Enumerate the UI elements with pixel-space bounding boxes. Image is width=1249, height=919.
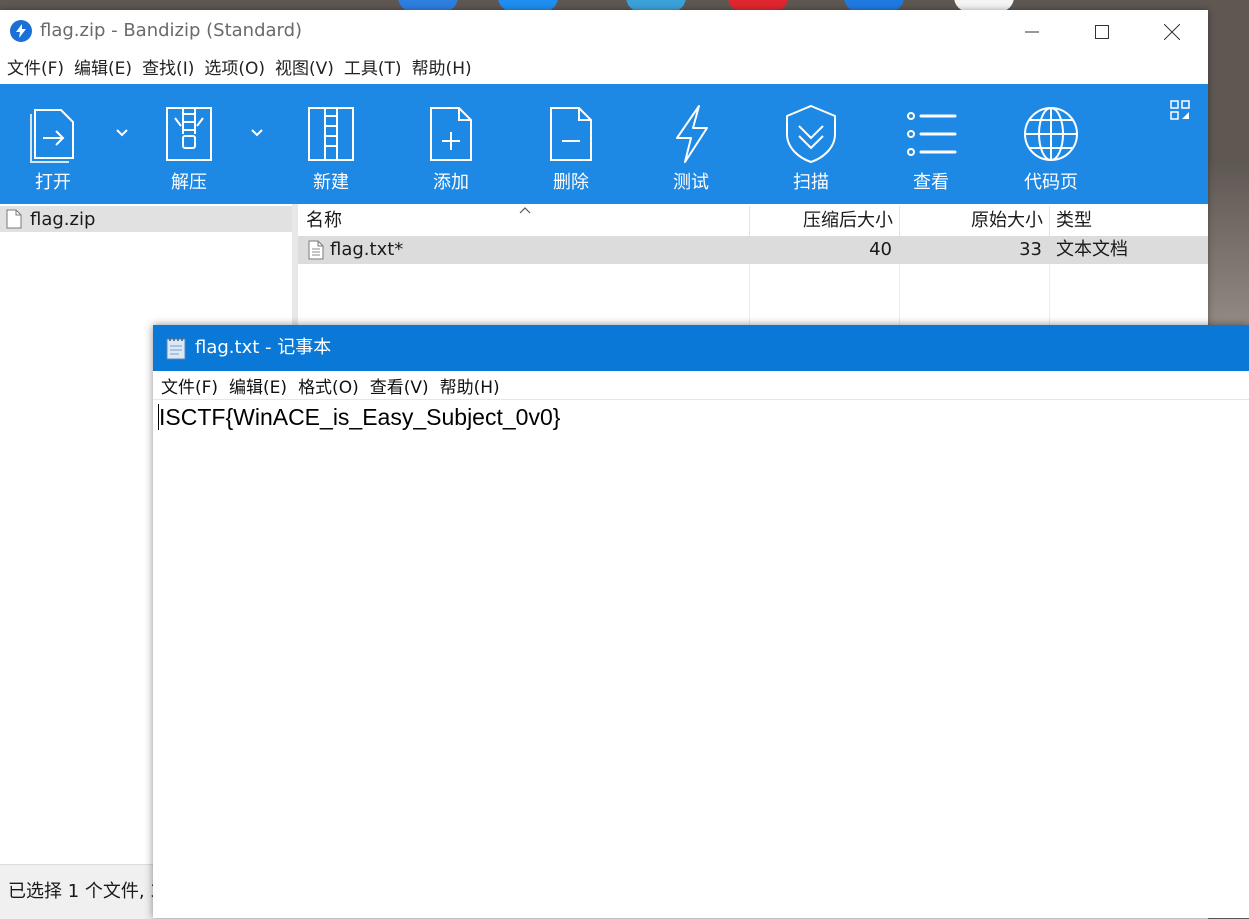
add-label: 添加 (433, 172, 469, 193)
table-row[interactable]: flag.txt* 40 33 文本文档 (298, 236, 1208, 264)
delete-button[interactable]: 删除 (521, 84, 621, 204)
column-header-original-size[interactable]: 原始大小 (900, 206, 1050, 236)
notepad-text-area[interactable]: ISCTF{WinACE_is_Easy_Subject_0v0} (153, 400, 1249, 918)
notepad-window-title: flag.txt - 记事本 (195, 337, 332, 358)
menu-view[interactable]: 视图(V) (275, 54, 334, 84)
lightning-icon (676, 105, 708, 163)
notepad-title-bar[interactable]: flag.txt - 记事本 (153, 325, 1249, 371)
view-button[interactable]: 查看 (881, 84, 981, 204)
menu-bar: 文件(F) 编辑(E) 查找(I) 选项(O) 视图(V) 工具(T) 帮助(H… (0, 54, 1208, 84)
toolbar: 打开 解压 新建 添加 删除 测试 扫描 查看 代码页 (0, 84, 1208, 204)
new-archive-icon (308, 107, 354, 161)
column-header-type[interactable]: 类型 (1050, 206, 1208, 236)
notepad-menu-bar: 文件(F) 编辑(E) 格式(O) 查看(V) 帮助(H) (153, 371, 1249, 400)
notepad-menu-edit[interactable]: 编辑(E) (229, 373, 287, 398)
extract-label: 解压 (171, 172, 207, 193)
tree-item-root[interactable]: flag.zip (0, 206, 292, 232)
notepad-icon (166, 338, 186, 360)
close-icon (1164, 24, 1180, 40)
test-label: 测试 (673, 172, 709, 193)
menu-help[interactable]: 帮助(H) (412, 54, 472, 84)
menu-file[interactable]: 文件(F) (7, 54, 64, 84)
open-button[interactable]: 打开 (3, 84, 103, 204)
new-archive-button[interactable]: 新建 (281, 84, 381, 204)
open-dropdown-chevron-icon[interactable] (114, 124, 130, 140)
test-button[interactable]: 测试 (641, 84, 741, 204)
open-label: 打开 (35, 172, 71, 193)
notepad-content: ISCTF{WinACE_is_Easy_Subject_0v0} (159, 404, 561, 430)
file-icon (6, 209, 22, 229)
scan-button[interactable]: 扫描 (761, 84, 861, 204)
notepad-menu-view[interactable]: 查看(V) (370, 373, 429, 398)
delete-label: 删除 (553, 172, 589, 193)
column-header-compressed-size[interactable]: 压缩后大小 (750, 206, 900, 236)
bandizip-logo-icon (10, 20, 32, 42)
notepad-window: flag.txt - 记事本 文件(F) 编辑(E) 格式(O) 查看(V) 帮… (153, 325, 1249, 918)
menu-options[interactable]: 选项(O) (204, 54, 265, 84)
row-type: 文本文档 (1056, 239, 1128, 260)
row-compressed-size: 40 (869, 239, 892, 260)
list-view-icon (907, 112, 957, 156)
menu-edit[interactable]: 编辑(E) (74, 54, 132, 84)
close-button[interactable] (1137, 10, 1207, 54)
extract-button[interactable]: 解压 (139, 84, 239, 204)
title-bar[interactable]: flag.zip - Bandizip (Standard) (0, 10, 1208, 54)
menu-tools[interactable]: 工具(T) (344, 54, 402, 84)
extract-dropdown-chevron-icon[interactable] (249, 124, 265, 140)
layout-grid-icon[interactable] (1170, 100, 1190, 120)
minimize-icon (1025, 31, 1039, 33)
codepage-label: 代码页 (1024, 172, 1078, 193)
add-file-icon (430, 107, 472, 161)
minimize-button[interactable] (997, 10, 1067, 54)
window-title: flag.zip - Bandizip (Standard) (40, 20, 303, 41)
row-original-size: 33 (1019, 239, 1042, 260)
notepad-menu-help[interactable]: 帮助(H) (440, 373, 500, 398)
text-file-icon (308, 240, 324, 260)
scan-label: 扫描 (793, 172, 829, 193)
open-icon (30, 109, 74, 163)
maximize-icon (1095, 25, 1109, 39)
delete-file-icon (550, 107, 592, 161)
tree-item-label: flag.zip (30, 208, 96, 230)
row-name: flag.txt* (330, 239, 404, 260)
view-label: 查看 (913, 172, 949, 193)
add-button[interactable]: 添加 (401, 84, 501, 204)
column-header-name[interactable]: 名称 (298, 206, 750, 236)
notepad-menu-format[interactable]: 格式(O) (298, 373, 359, 398)
new-label: 新建 (313, 172, 349, 193)
status-text: 已选择 1 个文件, 3 (8, 881, 162, 902)
shield-icon (786, 104, 836, 164)
notepad-menu-file[interactable]: 文件(F) (161, 373, 218, 398)
globe-icon (1024, 107, 1078, 161)
maximize-button[interactable] (1067, 10, 1137, 54)
menu-find[interactable]: 查找(I) (142, 54, 194, 84)
extract-icon (166, 107, 212, 161)
codepage-button[interactable]: 代码页 (1001, 84, 1101, 204)
